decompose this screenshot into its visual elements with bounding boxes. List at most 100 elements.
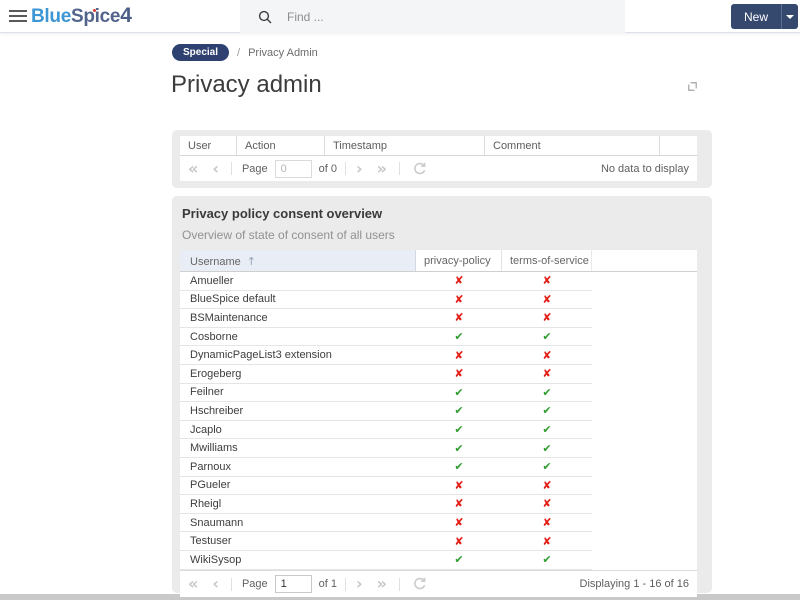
terms-of-service-status-icon: ✘ xyxy=(542,478,552,492)
pagination-divider xyxy=(398,577,400,591)
terms-of-service-status-icon: ✔ xyxy=(542,441,552,455)
consent-username-cell: Testuser xyxy=(190,535,232,548)
consent-table-row[interactable]: Mwilliams ✔ ✔ xyxy=(180,439,592,458)
breadcrumb: Special / Privacy Admin xyxy=(172,44,318,61)
privacy-policy-status-icon: ✘ xyxy=(454,367,464,381)
log-column-user[interactable]: User xyxy=(180,136,237,155)
terms-of-service-status-icon: ✘ xyxy=(542,348,552,362)
search-input[interactable] xyxy=(287,9,587,24)
log-column-action[interactable]: Action xyxy=(237,136,325,155)
consent-table-row[interactable]: DynamicPageList3 extension ✘ ✘ xyxy=(180,346,592,365)
sort-ascending-icon: ↑ xyxy=(246,255,256,268)
expand-icon[interactable] xyxy=(686,80,699,98)
consent-username-cell: Rheigl xyxy=(190,497,222,510)
page-count-label: of 0 xyxy=(318,162,337,175)
consent-column-username[interactable]: Username ↑ xyxy=(180,250,416,271)
terms-of-service-status-icon: ✘ xyxy=(542,497,552,511)
pagination-divider xyxy=(230,577,232,591)
privacy-policy-status-icon: ✔ xyxy=(454,330,464,344)
last-page-button[interactable]: » xyxy=(377,576,387,592)
terms-of-service-status-icon: ✘ xyxy=(542,311,552,325)
log-column-timestamp[interactable]: Timestamp xyxy=(325,136,485,155)
terms-of-service-status-icon: ✔ xyxy=(542,423,552,437)
new-button[interactable]: New xyxy=(730,4,781,29)
pagination-divider xyxy=(345,577,346,591)
privacy-policy-status-icon: ✘ xyxy=(454,292,464,306)
privacy-policy-status-icon: ✔ xyxy=(454,553,464,567)
bluespice-logo[interactable]: BlueSpice4 xyxy=(31,4,132,28)
consent-table-row[interactable]: BlueSpice default ✘ ✘ xyxy=(180,291,592,310)
next-page-button[interactable]: › xyxy=(356,160,363,177)
terms-of-service-status-icon: ✔ xyxy=(542,460,552,474)
search-icon[interactable] xyxy=(258,10,272,24)
consent-table-body: Amueller ✘ ✘ BlueSpice default ✘ ✘ BSMai… xyxy=(180,272,697,570)
consent-username-cell: Hschreiber xyxy=(190,404,244,417)
consent-table-row[interactable]: WikiSysop ✔ ✔ xyxy=(180,551,592,570)
privacy-policy-status-icon: ✘ xyxy=(454,348,464,362)
log-pagination-bar: « ‹ Page of 0 › » No data to display xyxy=(180,156,697,181)
terms-of-service-status-icon: ✘ xyxy=(542,292,552,306)
consent-table-header: Username ↑ privacy-policy terms-of-servic… xyxy=(180,250,697,272)
pagination-divider xyxy=(345,162,346,175)
consent-table-row[interactable]: Parnoux ✔ ✔ xyxy=(180,458,592,477)
consent-status-text: Displaying 1 - 16 of 16 xyxy=(579,578,689,590)
terms-of-service-status-icon: ✔ xyxy=(542,385,552,399)
first-page-button[interactable]: « xyxy=(188,576,198,592)
new-button-group: New xyxy=(730,4,798,29)
breadcrumb-separator: / xyxy=(237,46,241,59)
consent-table-row[interactable]: Jcaplo ✔ ✔ xyxy=(180,421,592,440)
consent-overview-panel: Privacy policy consent overview Overview… xyxy=(172,196,712,597)
next-page-button[interactable]: › xyxy=(356,576,363,592)
prev-page-button[interactable]: ‹ xyxy=(212,160,219,177)
terms-of-service-status-icon: ✔ xyxy=(542,553,552,567)
refresh-icon[interactable] xyxy=(412,576,428,592)
refresh-icon[interactable] xyxy=(412,161,428,177)
content-sheet: BlueSpice4 New Special / Privacy Admin P… xyxy=(0,0,800,597)
prev-page-button[interactable]: ‹ xyxy=(212,576,219,592)
consent-table-row[interactable]: Testuser ✘ ✘ xyxy=(180,532,592,551)
breadcrumb-namespace-badge[interactable]: Special xyxy=(172,44,230,61)
page-count-label: of 1 xyxy=(318,578,337,590)
consent-table-row[interactable]: Amueller ✘ ✘ xyxy=(180,272,592,291)
page-number-input[interactable] xyxy=(274,575,312,593)
breadcrumb-current-page: Privacy Admin xyxy=(248,46,318,59)
privacy-policy-status-icon: ✘ xyxy=(454,497,464,511)
consent-table-row[interactable]: Feilner ✔ ✔ xyxy=(180,384,592,403)
consent-username-cell: Mwilliams xyxy=(190,442,238,455)
page-number-input[interactable] xyxy=(274,159,312,178)
consent-username-cell: Amueller xyxy=(190,274,234,287)
consent-table-row[interactable]: Hschreiber ✔ ✔ xyxy=(180,402,592,421)
page-title: Privacy admin xyxy=(171,71,322,98)
privacy-policy-status-icon: ✘ xyxy=(454,516,464,530)
consent-username-cell: Jcaplo xyxy=(190,423,222,436)
top-bar: BlueSpice4 New xyxy=(0,0,800,33)
consent-username-cell: Parnoux xyxy=(190,460,231,473)
privacy-policy-status-icon: ✔ xyxy=(454,460,464,474)
consent-table-row[interactable]: Cosborne ✔ ✔ xyxy=(180,328,592,347)
consent-log-panel: User Action Timestamp Comment « ‹ Page o… xyxy=(172,130,712,188)
consent-table-row[interactable]: Rheigl ✘ ✘ xyxy=(180,495,592,514)
terms-of-service-status-icon: ✘ xyxy=(542,367,552,381)
logo-part-spice: Spice xyxy=(70,6,121,27)
log-table-header: User Action Timestamp Comment xyxy=(180,136,697,156)
logo-part-4: 4 xyxy=(120,4,132,27)
consent-table-row[interactable]: PGueler ✘ ✘ xyxy=(180,477,592,496)
first-page-button[interactable]: « xyxy=(188,160,198,177)
privacy-policy-status-icon: ✔ xyxy=(454,404,464,418)
consent-username-cell: BlueSpice default xyxy=(190,293,276,306)
consent-username-cell: Erogeberg xyxy=(190,367,242,380)
new-dropdown-button[interactable] xyxy=(781,4,798,29)
consent-username-cell: WikiSysop xyxy=(190,553,242,566)
privacy-policy-status-icon: ✘ xyxy=(454,274,464,288)
main-menu-icon[interactable] xyxy=(9,10,27,23)
consent-column-terms-of-service[interactable]: terms-of-service xyxy=(502,250,592,271)
consent-username-cell: Feilner xyxy=(190,386,224,399)
consent-table-row[interactable]: Snaumann ✘ ✘ xyxy=(180,514,592,533)
consent-table-row[interactable]: Erogeberg ✘ ✘ xyxy=(180,365,592,384)
log-column-comment[interactable]: Comment xyxy=(485,136,660,155)
page-label: Page xyxy=(241,578,268,590)
consent-column-privacy-policy[interactable]: privacy-policy xyxy=(416,250,502,271)
last-page-button[interactable]: » xyxy=(377,160,387,177)
terms-of-service-status-icon: ✘ xyxy=(542,274,552,288)
consent-table-row[interactable]: BSMaintenance ✘ ✘ xyxy=(180,309,592,328)
